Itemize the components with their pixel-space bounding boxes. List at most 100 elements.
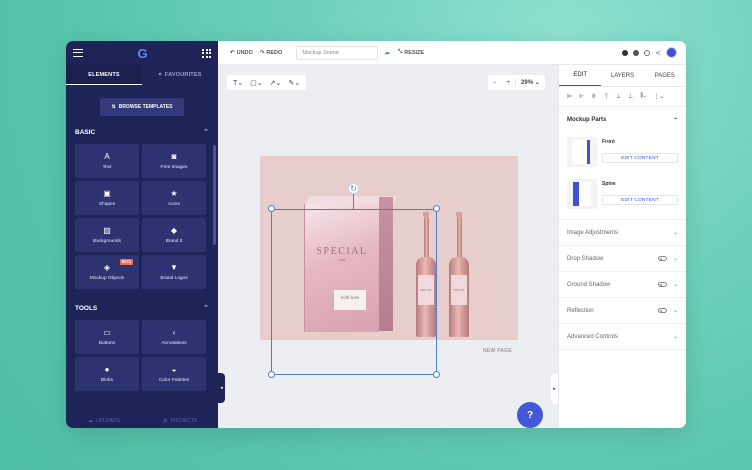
tab-elements[interactable]: ELEMENTS xyxy=(66,65,142,85)
zoom-in-icon[interactable]: + xyxy=(502,80,516,86)
help-button[interactable]: ? xyxy=(517,402,543,428)
resize-handle[interactable] xyxy=(268,205,275,212)
tag-icon: ◆ xyxy=(170,225,178,235)
tile-color-palettes[interactable]: ◒ Color Palettes xyxy=(142,357,206,391)
align-center-icon[interactable]: ⊩ xyxy=(579,93,584,100)
zoom-out-icon[interactable]: − xyxy=(488,80,502,86)
drop-shadow-section[interactable]: Drop Shadow ⌄ xyxy=(559,246,686,272)
tile-icons[interactable]: ★ Icons xyxy=(142,181,206,215)
right-panel: EDIT LAYERS PAGES ⊫ ⊩ ⊪ ⊤ ⊥ ⊥ ⫼⌄ ⋮⌄ Mock… xyxy=(558,65,686,428)
shape-tool-icon[interactable]: ▢⌄ xyxy=(250,79,262,87)
toggle-switch[interactable] xyxy=(657,256,667,261)
tile-label: Brand It xyxy=(165,238,183,244)
app-logo-icon[interactable]: G xyxy=(137,46,147,61)
align-middle-icon[interactable]: ⊥ xyxy=(616,93,621,100)
undo-button[interactable]: ↶ UNDO xyxy=(230,50,253,56)
share-icon[interactable]: ≺ xyxy=(655,49,661,57)
tile-brand-it[interactable]: ◆ Brand It xyxy=(142,218,206,252)
ground-shadow-section[interactable]: Ground Shadow ⌄ xyxy=(559,272,686,298)
tile-backgrounds[interactable]: ▨ Backgrounds xyxy=(75,218,139,252)
tile-mockup-objects[interactable]: BETA ◈ Mockup Objects xyxy=(75,255,139,289)
shapes-icon: ▣ xyxy=(103,188,111,198)
part-name: Spine xyxy=(602,181,616,187)
toggle-switch[interactable] xyxy=(657,282,667,287)
app-window: G ELEMENTS ♥ FAVOURITES ⇅ BROWSE TEMPLAT… xyxy=(66,41,686,428)
resize-icon: ⤡ xyxy=(397,49,403,55)
avatar[interactable] xyxy=(666,47,677,58)
preview-icon[interactable] xyxy=(644,49,651,56)
tile-annotations[interactable]: ‹ Annotations xyxy=(142,320,206,354)
download-icon[interactable] xyxy=(622,49,629,56)
tab-layers-label: LAYERS xyxy=(610,72,635,79)
tab-favourites[interactable]: ♥ FAVOURITES xyxy=(142,65,218,85)
mockup-part-front: Front EDIT CONTENT xyxy=(559,137,686,175)
palette-icon: ◒ xyxy=(171,364,177,374)
part-info: Front EDIT CONTENT xyxy=(602,137,678,163)
tile-brand-logos[interactable]: ▼ Brand Logos xyxy=(142,255,206,289)
arrow-tool-icon[interactable]: ↗⌄ xyxy=(270,79,282,87)
tile-text[interactable]: A Text xyxy=(75,144,139,178)
tab-edit[interactable]: EDIT xyxy=(559,65,602,86)
projects-label: PROJECTS xyxy=(170,418,198,424)
tile-blobs[interactable]: ● Blobs xyxy=(75,357,139,391)
resize-handle[interactable] xyxy=(268,371,275,378)
rotate-handle-icon[interactable]: ↻ xyxy=(348,183,359,194)
tile-free-images[interactable]: ◙ Free Images xyxy=(142,144,206,178)
chevron-down-icon: ⌄ xyxy=(672,230,678,236)
tools-section-header[interactable]: TOOLS ⌃ xyxy=(66,304,218,313)
browse-templates-button[interactable]: ⇅ BROWSE TEMPLATES xyxy=(100,98,184,116)
basic-section-header[interactable]: BASIC ⌃ xyxy=(66,128,218,137)
pen-tool-icon[interactable]: ✎⌄ xyxy=(288,79,300,87)
advanced-controls-section[interactable]: Advanced Controls ⌄ xyxy=(559,324,686,350)
new-page-button[interactable]: NEW PAGE xyxy=(483,348,512,354)
tile-label: Backgrounds xyxy=(93,238,121,244)
distribute-icon[interactable]: ⫼⌄ xyxy=(640,93,646,100)
logo-icon: ▼ xyxy=(170,262,178,272)
tab-pages[interactable]: PAGES xyxy=(644,65,686,86)
zoom-value: 29% xyxy=(521,80,534,86)
sidebar-scrollbar[interactable] xyxy=(213,145,216,245)
align-bottom-icon[interactable]: ⊥ xyxy=(628,93,633,100)
tile-shapes[interactable]: ▣ Shapes xyxy=(75,181,139,215)
tile-label: Brand Logos xyxy=(160,275,188,281)
zoom-level[interactable]: 29% ⌄ xyxy=(515,79,545,86)
mockup-parts-header[interactable]: Mockup Parts ⌃ xyxy=(559,107,686,133)
toolbar-actions: ≺ xyxy=(622,47,677,58)
wine-bottle: SPECIAL xyxy=(449,212,469,337)
edit-content-button[interactable]: EDIT CONTENT xyxy=(602,195,678,205)
scene-name-field[interactable]: Mockup Scene xyxy=(296,45,379,60)
sidebar-footer: ☁ UPLOADS ▤ PROJECTS xyxy=(66,414,218,428)
resize-handle[interactable] xyxy=(433,205,440,212)
menu-icon[interactable] xyxy=(73,49,83,57)
align-top-icon[interactable]: ⊤ xyxy=(604,93,609,100)
projects-tab[interactable]: ▤ PROJECTS xyxy=(142,414,218,428)
redo-button[interactable]: ↷ REDO xyxy=(260,50,283,56)
reflection-section[interactable]: Reflection ⌄ xyxy=(559,298,686,324)
text-icon: A xyxy=(104,151,110,161)
resize-button[interactable]: ⤡ RESIZE xyxy=(398,49,424,56)
redo-label: REDO xyxy=(266,49,283,56)
align-left-icon[interactable]: ⊫ xyxy=(567,93,572,100)
button-icon: ▭ xyxy=(103,327,111,337)
section-label: Advanced Controls xyxy=(567,333,618,340)
scene-name-value: Mockup Scene xyxy=(302,49,339,56)
templates-icon: ⇅ xyxy=(111,104,116,110)
part-info: Spine EDIT CONTENT xyxy=(602,179,678,205)
text-tool-icon[interactable]: T⌄ xyxy=(233,79,243,87)
edit-content-button[interactable]: EDIT CONTENT xyxy=(602,153,678,163)
chevron-up-icon: ⌃ xyxy=(203,305,209,312)
selection-box[interactable] xyxy=(271,209,437,375)
tab-layers[interactable]: LAYERS xyxy=(601,65,643,86)
uploads-tab[interactable]: ☁ UPLOADS xyxy=(66,414,142,428)
more-options-icon[interactable]: ⋮⌄ xyxy=(653,93,664,100)
apps-grid-icon[interactable] xyxy=(202,48,211,58)
resize-handle[interactable] xyxy=(433,371,440,378)
tile-buttons[interactable]: ▭ Buttons xyxy=(75,320,139,354)
basic-section-title: BASIC xyxy=(75,128,96,136)
image-adjustments-section[interactable]: Image Adjustments ⌄ xyxy=(559,220,686,246)
collapse-right-panel-handle[interactable]: ▸ xyxy=(551,374,558,404)
settings-icon[interactable] xyxy=(633,49,640,56)
align-right-icon[interactable]: ⊪ xyxy=(591,93,596,100)
cloud-save-icon[interactable]: ☁ xyxy=(384,50,390,56)
toggle-switch[interactable] xyxy=(657,308,667,313)
